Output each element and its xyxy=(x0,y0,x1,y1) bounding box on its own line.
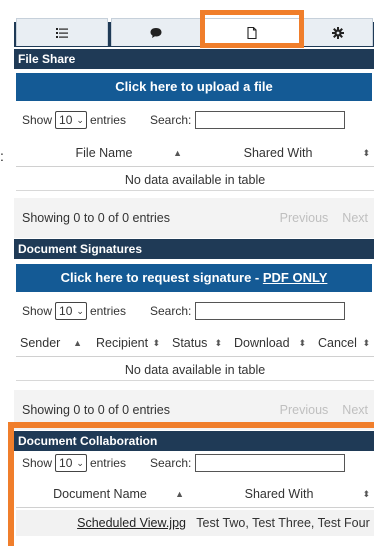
previous-button[interactable]: Previous xyxy=(280,403,329,417)
tab-files[interactable] xyxy=(204,18,300,46)
search-label: Search: xyxy=(149,304,192,318)
document-collaboration-header: Document Collaboration xyxy=(14,431,374,451)
show-label: Show xyxy=(22,456,53,470)
entries-value: 10 xyxy=(59,113,73,127)
signatures-pager: Previous Next xyxy=(266,403,368,417)
column-label: Download xyxy=(234,336,290,350)
sort-both-icon: ⬍ xyxy=(298,338,306,348)
table-row: Scheduled View.jpg Test Two, Test Three,… xyxy=(16,510,374,536)
column-label: Cancel xyxy=(318,336,357,350)
sort-both-icon: ⬍ xyxy=(152,338,160,348)
tab-comments[interactable] xyxy=(111,18,201,46)
show-label: Show xyxy=(22,113,53,127)
collaboration-controls: Show 10 ⌄ entries Search: xyxy=(22,452,346,474)
file-icon xyxy=(247,26,257,39)
request-signature-label: Click here to request signature - xyxy=(60,270,263,285)
entries-label: entries xyxy=(89,304,126,318)
column-shared-with[interactable]: Shared With ⬍ xyxy=(188,480,374,508)
column-document-name[interactable]: Document Name ▲ xyxy=(16,480,188,508)
document-signatures-header: Document Signatures xyxy=(14,239,374,259)
column-label: Shared With xyxy=(244,487,314,501)
column-cancel[interactable]: Cancel ⬍ xyxy=(310,329,374,357)
sort-both-icon: ⬍ xyxy=(362,148,370,158)
pdf-only-link[interactable]: PDF ONLY xyxy=(263,270,328,285)
column-label: File Name xyxy=(75,146,133,160)
signatures-table-header: Sender ▲ Recipient ⬍ Status ⬍ Download ⬍ Can… xyxy=(16,329,374,357)
search-label: Search: xyxy=(149,456,192,470)
document-link[interactable]: Scheduled View.jpg xyxy=(77,516,186,530)
previous-button[interactable]: Previous xyxy=(280,211,329,225)
column-recipient[interactable]: Recipient ⬍ xyxy=(86,329,164,357)
next-button[interactable]: Next xyxy=(342,403,368,417)
sort-asc-icon: ▲ xyxy=(73,338,82,348)
file-share-empty-row: No data available in table xyxy=(16,169,374,191)
entries-select[interactable]: 10 ⌄ xyxy=(55,454,87,472)
shared-with-cell: Test Two, Test Three, Test Four xyxy=(196,516,370,530)
column-status[interactable]: Status ⬍ xyxy=(164,329,226,357)
signatures-footer: Showing 0 to 0 of 0 entries Previous Next xyxy=(14,390,374,430)
signatures-info: Showing 0 to 0 of 0 entries xyxy=(22,403,171,417)
column-sender[interactable]: Sender ▲ xyxy=(16,329,86,357)
collaboration-search-input[interactable] xyxy=(195,454,346,472)
sort-both-icon: ⬍ xyxy=(214,338,222,348)
signatures-search-input[interactable] xyxy=(195,302,346,320)
file-share-controls: Show 10 ⌄ entries Search: xyxy=(22,109,346,131)
column-shared-with[interactable]: Shared With ⬍ xyxy=(186,139,374,167)
file-share-header: File Share xyxy=(14,49,374,69)
comment-icon xyxy=(150,27,162,38)
collaboration-table-header: Document Name ▲ Shared With ⬍ xyxy=(16,480,374,508)
file-share-search-input[interactable] xyxy=(195,111,346,129)
sort-asc-icon: ▲ xyxy=(173,148,182,158)
signatures-controls: Show 10 ⌄ entries Search: xyxy=(22,300,346,322)
sort-both-icon: ⬍ xyxy=(362,338,370,348)
chevron-down-icon: ⌄ xyxy=(76,457,84,468)
column-label: Shared With xyxy=(243,146,313,160)
entries-select[interactable]: 10 ⌄ xyxy=(55,111,87,129)
list-icon xyxy=(56,27,68,38)
file-panel: File Share Click here to upload a file S… xyxy=(14,0,374,546)
stray-colon: : xyxy=(0,148,4,164)
entries-label: entries xyxy=(89,456,126,470)
tab-bar xyxy=(14,18,374,46)
next-button[interactable]: Next xyxy=(342,211,368,225)
tab-settings[interactable] xyxy=(303,18,373,46)
column-label: Recipient xyxy=(96,336,149,350)
request-signature-button[interactable]: Click here to request signature - PDF ON… xyxy=(16,264,372,292)
file-share-info: Showing 0 to 0 of 0 entries xyxy=(22,211,171,225)
signatures-empty-row: No data available in table xyxy=(16,359,374,381)
entries-value: 10 xyxy=(59,456,73,470)
column-file-name[interactable]: File Name ▲ xyxy=(16,139,186,167)
document-name-cell: Scheduled View.jpg xyxy=(16,510,192,536)
chevron-down-icon: ⌄ xyxy=(76,305,84,316)
file-share-table-header: File Name ▲ Shared With ⬍ xyxy=(16,139,374,167)
column-label: Status xyxy=(172,336,208,350)
file-share-pager: Previous Next xyxy=(266,211,368,225)
entries-select[interactable]: 10 ⌄ xyxy=(55,302,87,320)
file-share-footer: Showing 0 to 0 of 0 entries Previous Next xyxy=(14,198,374,238)
show-label: Show xyxy=(22,304,53,318)
tab-list[interactable] xyxy=(16,18,108,46)
column-label: Sender xyxy=(20,336,61,350)
search-label: Search: xyxy=(149,113,192,127)
sort-both-icon: ⬍ xyxy=(362,489,370,499)
upload-file-button[interactable]: Click here to upload a file xyxy=(16,73,372,101)
column-label: Document Name xyxy=(53,487,147,501)
sort-asc-icon: ▲ xyxy=(175,489,184,499)
column-download[interactable]: Download ⬍ xyxy=(226,329,310,357)
entries-value: 10 xyxy=(59,304,73,318)
chevron-down-icon: ⌄ xyxy=(76,114,84,125)
gear-icon xyxy=(332,26,344,39)
entries-label: entries xyxy=(89,113,126,127)
